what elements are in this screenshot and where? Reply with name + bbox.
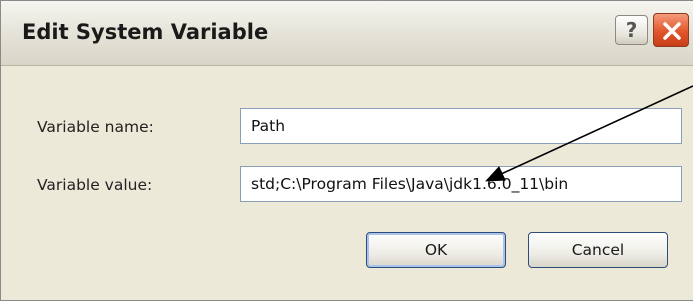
annotation-arrow: [485, 85, 693, 182]
